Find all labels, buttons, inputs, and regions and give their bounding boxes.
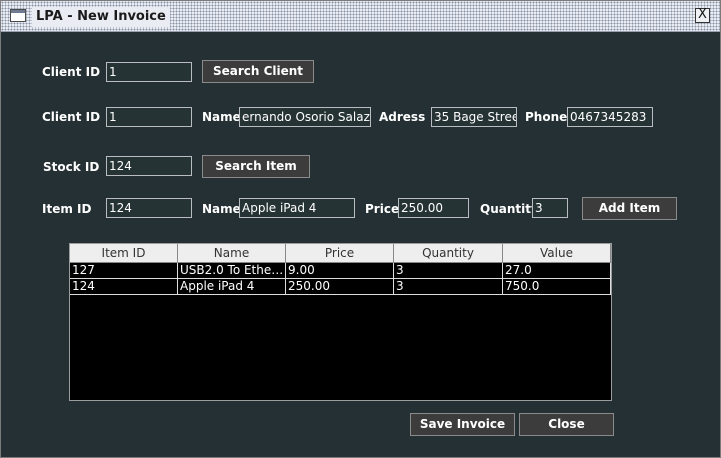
save-invoice-button[interactable]: Save Invoice	[410, 413, 515, 436]
table-cell[interactable]: 9.00	[286, 263, 394, 279]
column-header-item-id[interactable]: Item ID	[70, 244, 178, 263]
table-cell[interactable]: 124	[70, 279, 178, 295]
column-header-name[interactable]: Name	[178, 244, 286, 263]
price-field[interactable]: 250.00	[398, 198, 469, 218]
client-id-field[interactable]: 1	[106, 107, 192, 127]
table-cell[interactable]: Apple iPad 4	[178, 279, 286, 295]
table-body: 127 USB2.0 To Ether... 9.00 3 27.0 124 A…	[70, 263, 611, 295]
client-id-search-input[interactable]: 1	[106, 62, 192, 82]
close-button[interactable]: Close	[519, 413, 614, 436]
client-name-label: Name	[202, 110, 241, 124]
client-search-label: Client ID	[42, 65, 101, 79]
item-id-field[interactable]: 124	[106, 198, 192, 218]
price-label: Price	[365, 202, 400, 216]
invoice-window: LPA - New Invoice X Client ID 1 Search C…	[0, 0, 721, 458]
phone-field[interactable]: 0467345283	[567, 107, 653, 127]
window-icon	[10, 9, 26, 22]
address-label: Adress	[379, 110, 426, 124]
column-header-quantity[interactable]: Quantity	[394, 244, 503, 263]
phone-label: Phone	[525, 110, 568, 124]
search-item-button[interactable]: Search Item	[202, 155, 310, 178]
close-window-button[interactable]: X	[695, 8, 710, 23]
table-cell[interactable]: 27.0	[503, 263, 611, 279]
table-cell[interactable]: USB2.0 To Ether...	[178, 263, 286, 279]
search-client-button[interactable]: Search Client	[202, 60, 314, 83]
table-cell[interactable]: 250.00	[286, 279, 394, 295]
column-header-value[interactable]: Value	[503, 244, 611, 263]
table-cell[interactable]: 3	[394, 279, 503, 295]
table-cell[interactable]: 127	[70, 263, 178, 279]
client-name-field[interactable]: ernando Osorio Salazar	[239, 107, 371, 127]
table-cell[interactable]: 750.0	[503, 279, 611, 295]
quantity-field[interactable]: 3	[532, 198, 568, 218]
address-field[interactable]: 35 Bage Street	[431, 107, 517, 127]
table-row[interactable]: 127 USB2.0 To Ether... 9.00 3 27.0	[70, 263, 611, 279]
form-panel: Client ID 1 Search Client Client ID 1 Na…	[1, 32, 720, 457]
table-header: Item ID Name Price Quantity Value	[70, 244, 611, 263]
quantity-label: Quantity	[480, 202, 539, 216]
invoice-items-table[interactable]: Item ID Name Price Quantity Value 127 US…	[69, 243, 612, 401]
item-id-label: Item ID	[42, 202, 92, 216]
add-item-button[interactable]: Add Item	[582, 197, 677, 220]
column-header-price[interactable]: Price	[286, 244, 394, 263]
title-bar[interactable]: LPA - New Invoice X	[1, 1, 720, 32]
window-title: LPA - New Invoice	[32, 7, 170, 27]
item-name-field[interactable]: Apple iPad 4	[239, 198, 355, 218]
client-id-label: Client ID	[42, 110, 101, 124]
stock-id-input[interactable]: 124	[106, 156, 192, 176]
stock-id-label: Stock ID	[43, 160, 100, 174]
item-name-label: Name	[202, 202, 241, 216]
table-row[interactable]: 124 Apple iPad 4 250.00 3 750.0	[70, 279, 611, 295]
table-cell[interactable]: 3	[394, 263, 503, 279]
